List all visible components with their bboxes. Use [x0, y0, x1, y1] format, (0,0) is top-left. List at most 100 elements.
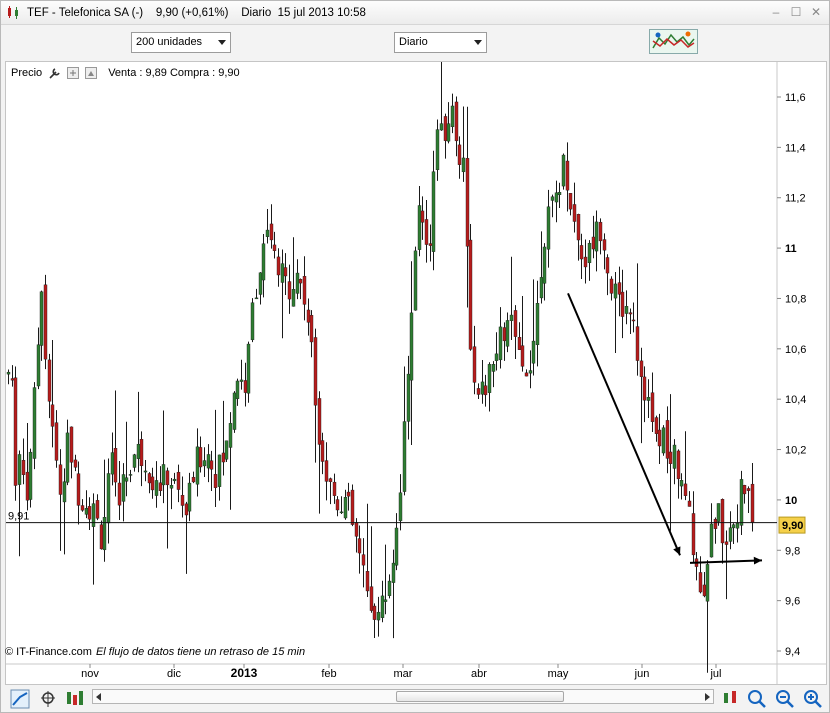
candle-body	[605, 257, 610, 274]
candle-body	[99, 524, 104, 550]
candle-body	[550, 196, 555, 201]
zoom-out-icon[interactable]	[775, 689, 795, 709]
drawing-tools-icon[interactable]	[65, 689, 85, 709]
candle-body	[528, 370, 533, 374]
candle-body	[587, 242, 592, 264]
candle-body	[435, 129, 440, 171]
trend-line-icon[interactable]	[10, 689, 30, 709]
close-button[interactable]: ✕	[809, 5, 823, 19]
candle-body	[524, 372, 529, 377]
chart-type-icon[interactable]	[721, 689, 741, 709]
chart-area[interactable]: Precio Venta : 9,89 Compra : 9,90 11,6 11…	[5, 61, 827, 685]
candle-body	[317, 398, 322, 445]
candle-body	[724, 541, 729, 545]
candle-body	[73, 459, 78, 468]
candle-body	[295, 272, 300, 294]
candle-body	[665, 420, 670, 459]
candle-body	[154, 480, 159, 496]
maximize-button[interactable]: ☐	[789, 5, 803, 19]
price-chart[interactable]: 11,6 11,4 11,2 11 10,8 10,6 10,4 10,2 10 9,8 9,6 9,…	[6, 61, 826, 684]
candlestick-app-icon	[8, 6, 18, 19]
period-select[interactable]: Diario	[394, 32, 487, 53]
candle-body	[261, 243, 266, 281]
candle-body	[561, 154, 566, 187]
scroll-left-icon[interactable]	[96, 693, 101, 701]
candle-body	[472, 346, 477, 383]
wrench-icon[interactable]	[48, 66, 62, 80]
x-tick-label: nov	[81, 668, 99, 680]
candle-body	[635, 326, 640, 361]
time-scrollbar[interactable]	[92, 689, 714, 704]
chart-window: TEF - Telefonica SA (-) 9,90 (+0,61%) Di…	[0, 0, 830, 713]
candle-body	[568, 193, 573, 210]
candle-body	[335, 499, 340, 511]
x-tick-label: dic	[167, 668, 182, 680]
y-tick-label: 10,8	[785, 293, 806, 305]
candle-body	[705, 564, 710, 602]
units-select-value: 200 unidades	[136, 36, 203, 48]
candle-body	[609, 278, 614, 294]
zoom-fit-icon[interactable]	[747, 689, 767, 709]
candle-body	[372, 605, 377, 620]
candle-body	[572, 204, 577, 222]
candle-body	[576, 214, 581, 241]
candle-body	[350, 489, 355, 525]
window-title: TEF - Telefonica SA (-) 9,90 (+0,61%) Di…	[27, 6, 366, 19]
candle-body	[468, 239, 473, 350]
candle-body	[554, 192, 559, 203]
candle-body	[494, 353, 499, 361]
candle-body	[654, 417, 659, 434]
candle-body	[617, 282, 622, 295]
y-tick-label: 10,4	[785, 394, 806, 406]
candle-body	[28, 451, 33, 500]
candle-body	[565, 160, 570, 191]
candle-body	[613, 283, 618, 299]
candle-body	[150, 476, 155, 491]
candle-body	[25, 471, 30, 501]
candle-body	[431, 171, 436, 252]
candle-body	[546, 206, 551, 250]
candle-body	[124, 477, 129, 482]
candle-body	[539, 277, 544, 299]
candle-body	[254, 297, 259, 300]
candle-body	[491, 364, 496, 372]
candle-body	[591, 236, 596, 250]
zoom-in-icon[interactable]	[803, 689, 823, 709]
scroll-right-icon[interactable]	[705, 693, 710, 701]
minimize-button[interactable]: –	[769, 5, 783, 19]
candle-body	[517, 337, 522, 350]
candle-body	[291, 289, 296, 307]
candle-body	[428, 243, 433, 246]
candle-body	[302, 276, 307, 305]
zoom-panel-icon[interactable]	[66, 66, 80, 80]
candle-body	[143, 470, 148, 473]
candle-body	[187, 482, 192, 512]
annotation-arrow-line[interactable]	[567, 293, 681, 556]
y-tick-label: 11	[785, 243, 797, 255]
candle-body	[531, 340, 536, 364]
candle-body	[687, 500, 692, 507]
y-tick-label: 10	[785, 495, 797, 507]
candle-body	[420, 210, 425, 223]
candle-body	[594, 221, 599, 252]
candle-body	[380, 595, 385, 618]
candle-body	[739, 479, 744, 526]
candle-body	[646, 396, 651, 401]
crosshair-icon[interactable]	[38, 689, 58, 709]
panel-settings-icon[interactable]	[84, 66, 98, 80]
candle-body	[113, 448, 118, 483]
candle-body	[354, 522, 359, 537]
annotation-arrow-head	[753, 556, 762, 565]
candle-body	[328, 478, 333, 482]
candle-body	[650, 392, 655, 422]
units-select[interactable]: 200 unidades	[131, 32, 231, 53]
candle-body	[642, 376, 647, 401]
chevron-down-icon	[218, 40, 226, 45]
candle-body	[280, 263, 285, 283]
candle-body	[483, 385, 488, 396]
candle-body	[180, 495, 185, 506]
candle-body	[387, 580, 392, 596]
indicators-button[interactable]	[649, 29, 698, 54]
footer: © IT-Finance.com El flujo de datos tiene …	[5, 646, 305, 658]
scrollbar-thumb[interactable]	[396, 691, 564, 702]
